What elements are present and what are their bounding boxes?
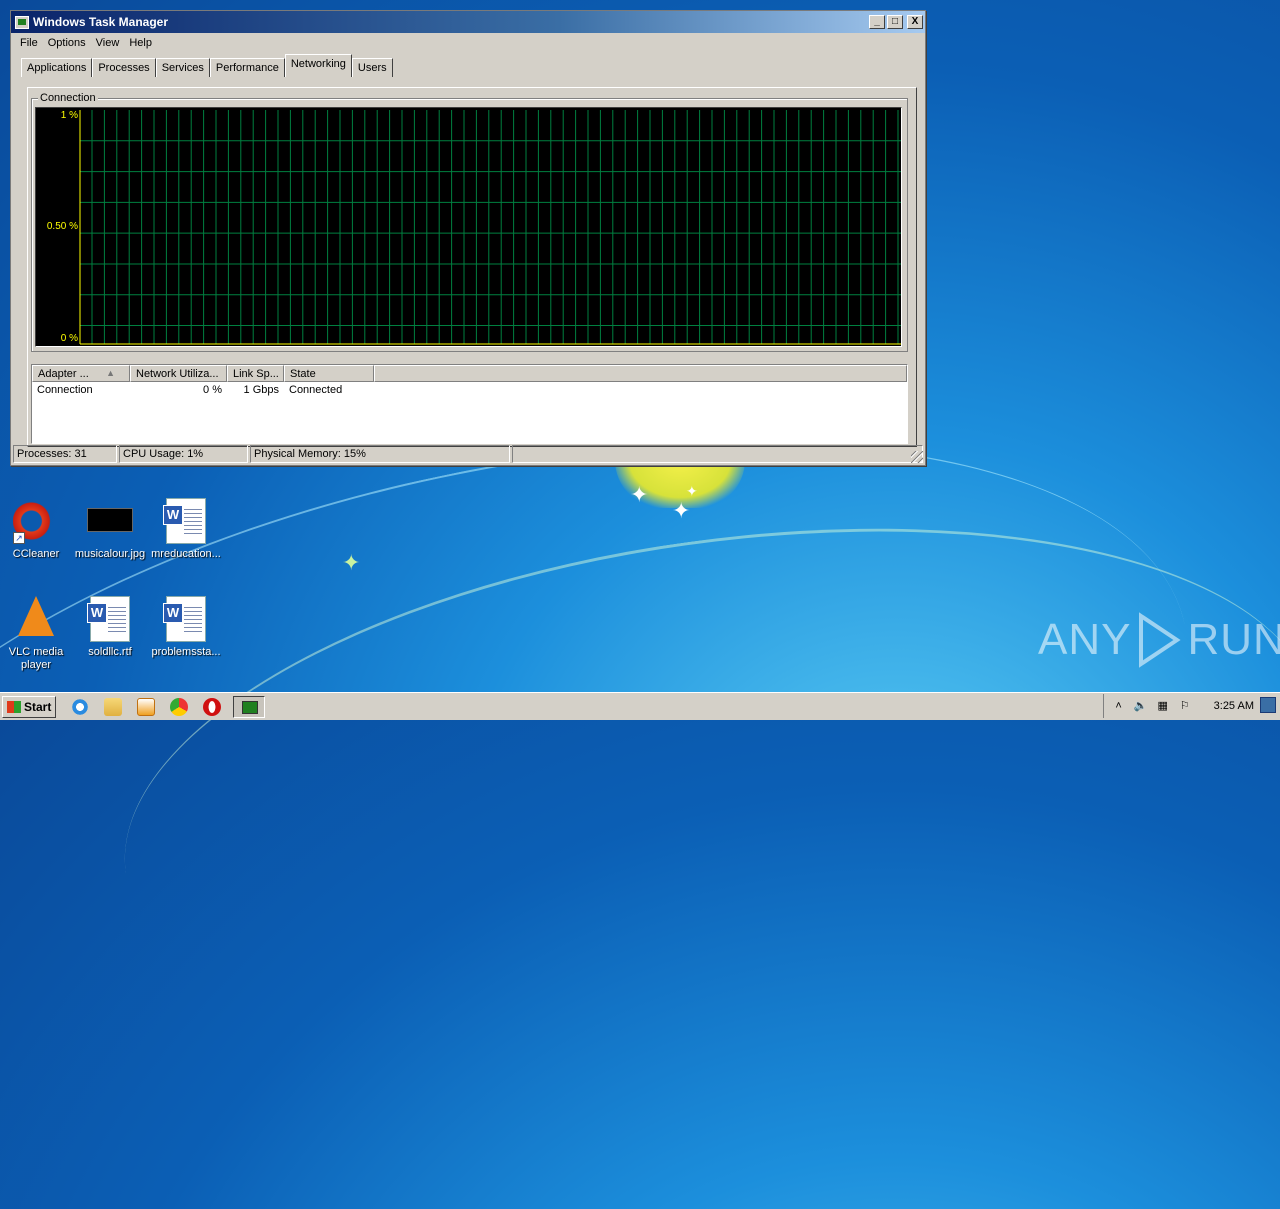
show-desktop-button[interactable]	[1260, 697, 1276, 713]
status-bar: Processes: 31 CPU Usage: 1% Physical Mem…	[13, 445, 923, 463]
menu-file[interactable]: File	[15, 37, 43, 49]
word-document-icon	[163, 596, 206, 642]
chrome-icon[interactable]	[170, 697, 189, 716]
tab-strip: Applications Processes Services Performa…	[21, 53, 925, 77]
taskbar-task-manager-button[interactable]	[233, 695, 266, 718]
connection-group-label: Connection	[38, 92, 98, 104]
taskbar: Start ˄ 🔈 ▦ ⚐ 3:25 AM	[0, 692, 1280, 720]
watermark-right-text: RUN	[1187, 615, 1280, 664]
tab-processes[interactable]: Processes	[92, 58, 156, 77]
image-file-icon	[87, 508, 133, 532]
word-document-icon	[163, 498, 206, 544]
menu-options[interactable]: Options	[43, 37, 91, 49]
column-adapter-label: Adapter ...	[38, 368, 89, 380]
adapter-list: Adapter ... ▲ Network Utiliza... Link Sp…	[31, 364, 908, 444]
desktop-icon-vlc[interactable]: VLC media player	[0, 596, 74, 672]
sparkle-icon: ✦	[342, 550, 361, 575]
folder-icon[interactable]	[104, 697, 123, 716]
task-manager-window: Windows Task Manager _ □ X File Options …	[10, 10, 926, 466]
cell-network-utilization: 0 %	[203, 384, 222, 396]
show-hidden-icons-icon[interactable]: ˄	[1112, 699, 1126, 713]
sparkle-icon: ✦	[672, 498, 691, 523]
start-button[interactable]: Start	[2, 695, 57, 718]
word-document-icon	[87, 596, 130, 642]
maximize-button[interactable]: □	[887, 15, 903, 29]
column-state[interactable]: State	[284, 365, 374, 382]
desktop-icon-label: mreducation...	[151, 548, 221, 560]
desktop-icon-label: VLC media player	[8, 646, 64, 671]
media-player-icon[interactable]	[137, 697, 156, 716]
status-empty	[512, 445, 923, 463]
start-label: Start	[24, 699, 52, 714]
tab-applications[interactable]: Applications	[21, 58, 93, 77]
watermark-left-text: ANY	[1038, 615, 1132, 664]
network-icon[interactable]: ▦	[1156, 699, 1170, 713]
table-row[interactable]: Connection 0 % 1 Gbps Connected	[32, 382, 907, 398]
desktop-icon-ccleaner[interactable]: ↗ CCleaner	[0, 498, 74, 561]
play-icon	[1139, 612, 1182, 668]
ccleaner-icon: ↗	[13, 498, 59, 544]
column-filler	[374, 365, 907, 382]
desktop-icon-soldllc[interactable]: soldllc.rtf	[72, 596, 148, 659]
networking-panel: Connection 1 % 0.50 % 0 % Adapter ... ▲ …	[27, 87, 917, 447]
minimize-button[interactable]: _	[869, 15, 885, 29]
resize-grip-icon[interactable]	[911, 451, 923, 463]
desktop-icon-label: CCleaner	[12, 548, 60, 560]
status-physical-memory: Physical Memory: 15%	[250, 445, 510, 463]
desktop-icon-label: problemssta...	[151, 646, 221, 658]
graph-y-label-min: 0 %	[60, 333, 78, 344]
task-manager-icon	[15, 15, 29, 29]
opera-icon[interactable]	[203, 697, 222, 716]
cell-adapter: Connection	[37, 384, 93, 396]
desktop-icon-problemssta[interactable]: problemssta...	[148, 596, 224, 659]
desktop-icon-label: soldllc.rtf	[88, 646, 132, 658]
vlc-icon	[18, 596, 54, 636]
tab-users[interactable]: Users	[351, 58, 393, 77]
desktop-icon-musicalour[interactable]: musicalour.jpg	[72, 498, 148, 561]
anyrun-watermark: ANY RUN	[1038, 612, 1280, 668]
action-center-flag-icon[interactable]: ⚐	[1178, 699, 1192, 713]
connection-group: Connection 1 % 0.50 % 0 %	[31, 92, 908, 352]
adapter-list-header: Adapter ... ▲ Network Utiliza... Link Sp…	[32, 365, 907, 382]
status-cpu-usage: CPU Usage: 1%	[119, 445, 248, 463]
graph-grid	[79, 110, 901, 345]
tab-performance[interactable]: Performance	[209, 58, 285, 77]
clock[interactable]: 3:25 AM	[1214, 700, 1254, 712]
desktop-icon-label: musicalour.jpg	[74, 548, 146, 560]
menu-help[interactable]: Help	[124, 37, 157, 49]
network-utilization-graph: 1 % 0.50 % 0 %	[35, 107, 902, 347]
cell-link-speed: 1 Gbps	[243, 384, 279, 396]
cell-state: Connected	[289, 384, 343, 396]
status-processes: Processes: 31	[13, 445, 117, 463]
volume-icon[interactable]: 🔈	[1134, 699, 1148, 713]
internet-explorer-icon[interactable]	[71, 697, 90, 716]
close-button[interactable]: X	[907, 15, 923, 29]
title-bar[interactable]: Windows Task Manager _ □ X	[11, 11, 925, 33]
shortcut-arrow-icon: ↗	[13, 532, 25, 544]
column-adapter[interactable]: Adapter ... ▲	[32, 365, 130, 382]
menu-view[interactable]: View	[91, 37, 125, 49]
windows-logo-icon	[7, 700, 21, 713]
graph-y-label-max: 1 %	[60, 110, 78, 121]
column-link-speed[interactable]: Link Sp...	[227, 365, 284, 382]
tab-services[interactable]: Services	[155, 58, 210, 77]
graph-y-label-mid: 0.50 %	[46, 221, 78, 232]
window-title: Windows Task Manager	[33, 15, 169, 29]
column-network-utilization[interactable]: Network Utiliza...	[130, 365, 227, 382]
sparkle-icon: ✦	[630, 482, 649, 507]
sparkle-icon: ✦	[686, 483, 698, 499]
menu-bar: File Options View Help	[11, 33, 925, 53]
system-tray: ˄ 🔈 ▦ ⚐ 3:25 AM	[1102, 694, 1254, 718]
sort-ascending-icon: ▲	[106, 368, 115, 378]
desktop-icon-mreducation[interactable]: mreducation...	[148, 498, 224, 561]
tab-networking[interactable]: Networking	[284, 54, 352, 77]
